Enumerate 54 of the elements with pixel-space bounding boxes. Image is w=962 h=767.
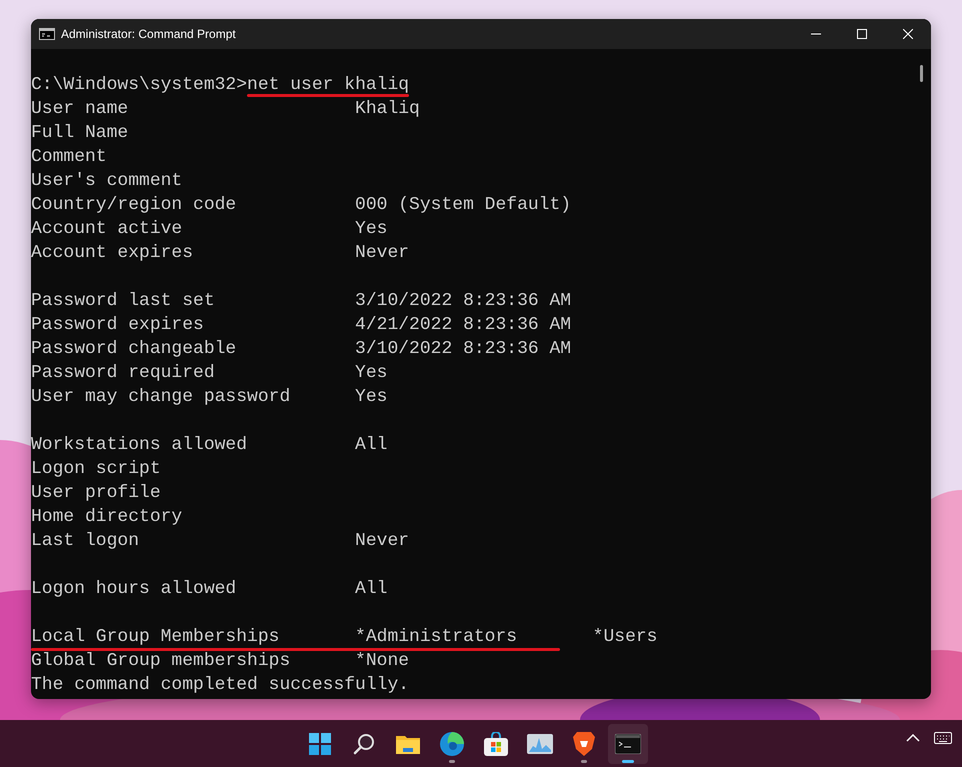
performance-chart-icon (527, 734, 553, 754)
field-label: Account active (31, 219, 184, 239)
field-label: Password expires (31, 315, 205, 335)
store-bag-icon (484, 732, 508, 756)
field-label: User name (31, 99, 130, 119)
field-value: *Administrators (355, 627, 518, 647)
field-value: Yes (355, 219, 388, 239)
search-icon (353, 733, 375, 755)
close-icon (903, 29, 913, 39)
field-label: Comment (31, 147, 108, 167)
field-value: 4/21/2022 8:23:36 AM (355, 315, 572, 335)
field-value: 3/10/2022 8:23:36 AM (355, 339, 572, 359)
browser-icon (440, 732, 464, 756)
field-value: 3/10/2022 8:23:36 AM (355, 291, 572, 311)
window-title: Administrator: Command Prompt (61, 27, 237, 41)
windows-logo-icon (309, 733, 331, 755)
field-value: Khaliq (355, 99, 421, 119)
field-label: Full Name (31, 123, 130, 143)
field-value: *Users (592, 627, 658, 647)
folder-icon (396, 734, 420, 754)
field-value: Never (355, 531, 410, 551)
field-label: Password changeable (31, 339, 238, 359)
field-value: All (355, 579, 388, 599)
field-label: Password last set (31, 291, 216, 311)
field-label: User may change password (31, 387, 292, 407)
chevron-up-icon[interactable] (906, 734, 920, 742)
field-label: Global Group memberships (31, 651, 292, 671)
field-label: Password required (31, 363, 216, 383)
field-value: Yes (355, 363, 388, 383)
taskbar-app[interactable] (608, 724, 648, 764)
field-label: Local Group Memberships (31, 627, 280, 647)
maximize-icon (857, 29, 867, 39)
field-label: Logon script (31, 459, 162, 479)
lion-shield-icon (573, 732, 595, 756)
keyboard-icon[interactable] (934, 732, 952, 744)
field-label: Workstations allowed (31, 435, 248, 455)
field-value: Never (355, 243, 410, 263)
field-label: Home directory (31, 507, 184, 527)
console-app-icon (39, 28, 55, 40)
field-value: Yes (355, 387, 388, 407)
field-value: 000 (System Default) (355, 195, 572, 215)
prompt-text: C:\Windows\system32> (31, 75, 248, 95)
field-label: Last logon (31, 531, 140, 551)
field-label: User profile (31, 483, 162, 503)
terminal-icon (615, 734, 641, 754)
field-value: All (355, 435, 388, 455)
field-label: User's comment (31, 171, 184, 191)
field-value: *None (355, 651, 410, 671)
field-label: Account expires (31, 243, 194, 263)
field-label: Country/region code (31, 195, 238, 215)
status-message: The command completed successfully. (31, 675, 410, 695)
scrollbar-thumb[interactable] (920, 65, 923, 82)
command-text: net user khaliq (247, 75, 410, 95)
field-label: Logon hours allowed (31, 579, 238, 599)
